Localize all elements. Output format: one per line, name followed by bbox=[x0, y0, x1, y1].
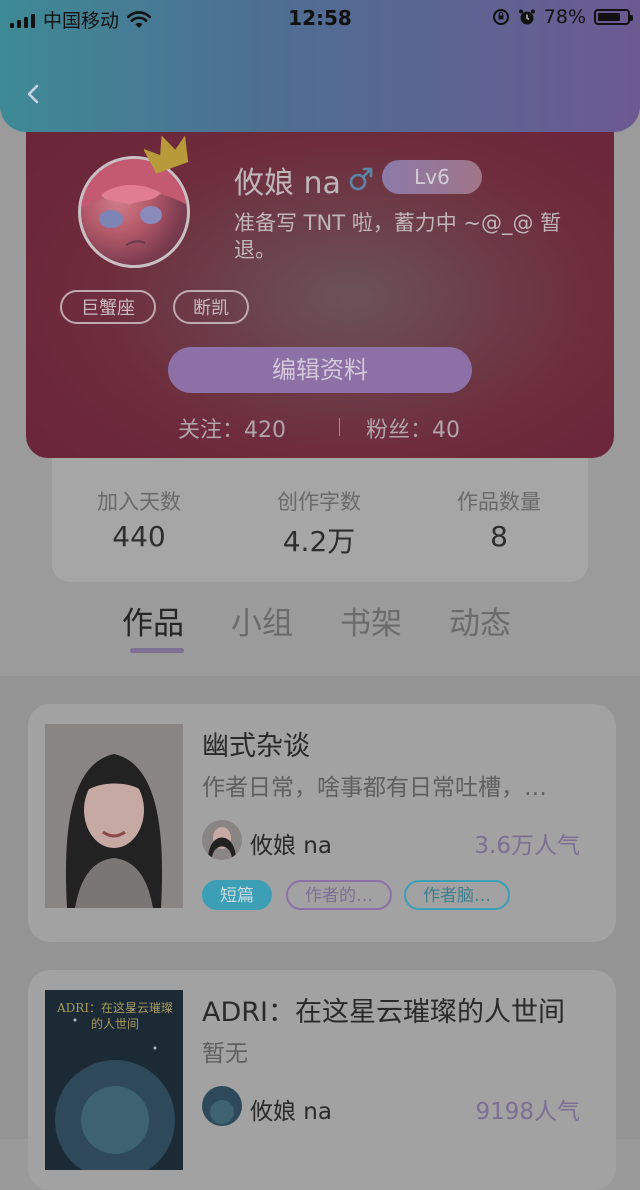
stat-join-days: 加入天数 440 bbox=[54, 486, 224, 553]
tab-groups[interactable]: 小组 bbox=[231, 598, 293, 643]
male-icon bbox=[349, 167, 373, 191]
nickname: 攸娘 na bbox=[234, 166, 341, 201]
alarm-icon bbox=[518, 9, 535, 25]
profile-bio: 准备写 TNT 啦，蓄力中 ~@_@ 暂退。 bbox=[234, 211, 562, 262]
profile-tag-ship[interactable]: 断凯 bbox=[173, 290, 249, 324]
stat-label: 创作字数 bbox=[277, 490, 361, 514]
author-name: 攸娘 na bbox=[250, 1099, 332, 1125]
stat-label: 作品数量 bbox=[457, 490, 541, 514]
profile-tabs: 作品 小组 书架 动态 bbox=[0, 598, 640, 668]
status-right: 78% bbox=[492, 6, 633, 28]
profile-tag-zodiac[interactable]: 巨蟹座 bbox=[60, 290, 156, 324]
tab-bookshelf[interactable]: 书架 bbox=[340, 598, 402, 643]
work-title[interactable]: ADRI：在这星云璀璨的人世间 bbox=[202, 990, 565, 1029]
stat-word-count: 创作字数 4.2万 bbox=[234, 486, 404, 560]
battery-icon bbox=[594, 9, 633, 25]
following-count[interactable]: 关注：420 bbox=[178, 412, 286, 444]
cover-photo bbox=[45, 724, 183, 908]
author-avatar bbox=[202, 1086, 242, 1126]
battery-fill bbox=[598, 13, 620, 21]
tab-activity[interactable]: 动态 bbox=[449, 598, 511, 643]
stat-works-count: 作品数量 8 bbox=[414, 486, 584, 553]
battery-percent: 78% bbox=[543, 6, 586, 28]
cover-title: ADRI：在这星云璀璨的人世间 bbox=[56, 1001, 174, 1031]
tab-works[interactable]: 作品 bbox=[122, 598, 184, 643]
edit-profile-button[interactable]: 编辑资料 bbox=[168, 347, 472, 393]
tab-active-indicator bbox=[130, 648, 184, 653]
work-title[interactable]: 幽式杂谈 bbox=[202, 724, 310, 763]
popularity-count: 9198人气 bbox=[475, 1099, 580, 1125]
work-card[interactable]: ADRI：在这星云璀璨的人世间 ADRI：在这星云璀璨的人世间 暂无 攸娘 na… bbox=[28, 970, 616, 1190]
work-cover[interactable] bbox=[45, 724, 183, 908]
orientation-lock-icon bbox=[492, 9, 509, 25]
stat-value: 4.2万 bbox=[282, 525, 356, 558]
status-bar: 中国移动 12:58 78% bbox=[0, 0, 640, 36]
work-tag[interactable]: 作者的… bbox=[286, 880, 392, 910]
work-tag[interactable]: 作者脑… bbox=[404, 880, 510, 910]
header-bar: 中国移动 12:58 78% bbox=[0, 0, 640, 132]
work-tag[interactable]: 短篇 bbox=[202, 880, 272, 910]
stat-value: 8 bbox=[490, 520, 508, 553]
work-description: 暂无 bbox=[202, 1041, 248, 1067]
stats-card: 加入天数 440 创作字数 4.2万 作品数量 8 bbox=[52, 458, 588, 582]
work-description: 作者日常，啥事都有日常吐槽，… bbox=[202, 775, 547, 801]
popularity-count: 3.6万人气 bbox=[474, 833, 580, 859]
work-cover[interactable]: ADRI：在这星云璀璨的人世间 bbox=[45, 990, 183, 1170]
profile-card: 攸娘 na Lv6 准备写 TNT 啦，蓄力中 ~@_@ 暂退。 巨蟹座 断凯 … bbox=[26, 100, 614, 458]
stat-label: 加入天数 bbox=[97, 490, 181, 514]
stat-value: 440 bbox=[112, 520, 166, 553]
author-name: 攸娘 na bbox=[250, 833, 332, 859]
crown-icon bbox=[144, 135, 189, 174]
level-badge: Lv6 bbox=[382, 160, 482, 194]
followers-count[interactable]: 粉丝：40 bbox=[366, 412, 460, 444]
back-arrow-icon[interactable] bbox=[22, 82, 46, 106]
work-card[interactable]: 幽式杂谈 作者日常，啥事都有日常吐槽，… 攸娘 na 3.6万人气 短篇 作者的… bbox=[28, 704, 616, 942]
follow-divider bbox=[339, 418, 340, 436]
author-avatar bbox=[202, 820, 242, 860]
follow-stats: 关注：420 粉丝：40 bbox=[26, 412, 614, 444]
